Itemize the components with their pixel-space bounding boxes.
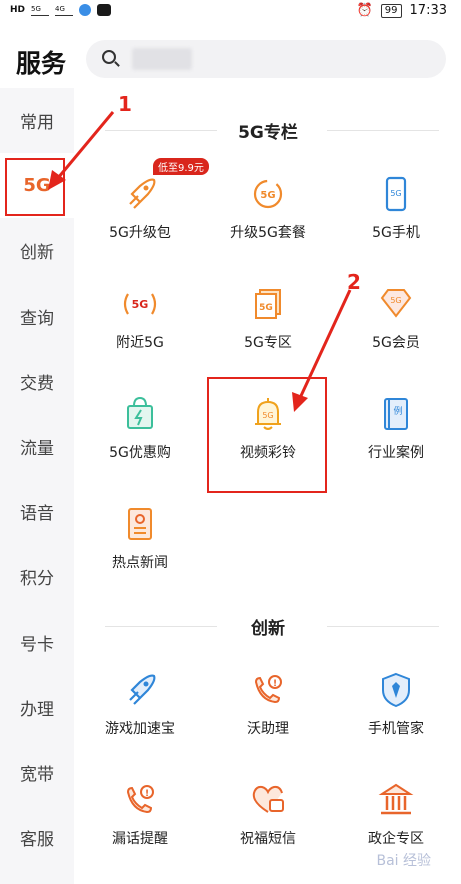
annotation-arrowhead-2 [292,392,308,412]
annotation-arrow-1 [56,111,115,179]
watermark: Bai 经验 [376,853,431,869]
annotation-arrow-2 [298,289,352,399]
annotation-arrows [48,111,352,412]
